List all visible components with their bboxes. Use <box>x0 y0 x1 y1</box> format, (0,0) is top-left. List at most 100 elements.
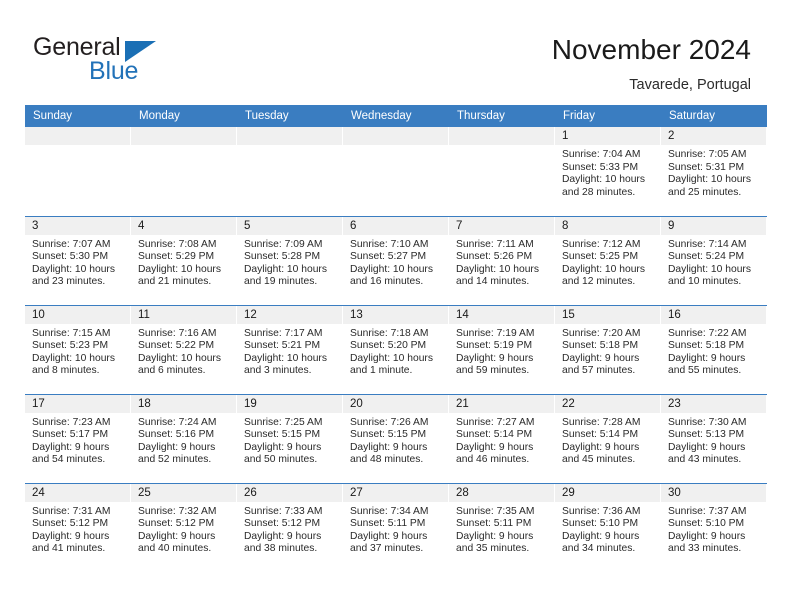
calendar-day-cell[interactable]: 20 Sunrise: 7:26 AM Sunset: 5:15 PM Dayligh… <box>343 393 449 483</box>
calendar-day-cell[interactable]: 19 Sunrise: 7:25 AM Sunset: 5:15 PM Dayligh… <box>237 393 343 483</box>
calendar-day-cell[interactable]: 13 Sunrise: 7:18 AM Sunset: 5:20 PM Dayligh… <box>343 304 449 394</box>
calendar-day-cell[interactable]: 26 Sunrise: 7:33 AM Sunset: 5:12 PM Dayligh… <box>237 482 343 572</box>
day-cell-inner: 30 Sunrise: 7:37 AM Sunset: 5:10 PM Dayligh… <box>661 483 767 573</box>
calendar-day-cell[interactable]: 9 Sunrise: 7:14 AM Sunset: 5:24 PM Daylight… <box>661 215 767 305</box>
calendar-day-cell[interactable]: 30 Sunrise: 7:37 AM Sunset: 5:10 PM Dayligh… <box>661 482 767 573</box>
day-number: 19 <box>237 394 343 413</box>
day-number: 9 <box>661 216 767 235</box>
sunrise-text: Sunrise: 7:16 AM <box>138 327 217 339</box>
calendar-day-cell[interactable]: 10 Sunrise: 7:15 AM Sunset: 5:23 PM Dayligh… <box>25 304 131 394</box>
day-cell-details: Sunrise: 7:23 AM Sunset: 5:17 PM Daylight:… <box>25 413 131 467</box>
day-cell-details: Sunrise: 7:25 AM Sunset: 5:15 PM Daylight:… <box>237 413 343 467</box>
daylight-text: Daylight: 9 hours and 34 minutes. <box>562 530 640 555</box>
day-number: 22 <box>555 394 661 413</box>
sunrise-text: Sunrise: 7:36 AM <box>562 505 641 517</box>
day-cell-inner <box>343 127 449 216</box>
day-number: 29 <box>555 483 661 502</box>
sunset-text: Sunset: 5:12 PM <box>32 518 109 530</box>
calendar-week-row: 10 Sunrise: 7:15 AM Sunset: 5:23 PM Dayligh… <box>25 304 767 394</box>
calendar-day-cell[interactable]: 22 Sunrise: 7:28 AM Sunset: 5:14 PM Dayligh… <box>555 393 661 483</box>
day-cell-details: Sunrise: 7:04 AM Sunset: 5:33 PM Daylight:… <box>555 145 661 199</box>
calendar-day-cell[interactable]: 29 Sunrise: 7:36 AM Sunset: 5:10 PM Dayligh… <box>555 482 661 572</box>
calendar-day-cell[interactable]: 16 Sunrise: 7:22 AM Sunset: 5:18 PM Dayligh… <box>661 304 767 394</box>
weekday-header-tuesday: Tuesday <box>237 105 343 127</box>
weekday-header-wednesday: Wednesday <box>343 105 449 127</box>
day-cell-inner: 23 Sunrise: 7:30 AM Sunset: 5:13 PM Dayligh… <box>661 394 767 483</box>
calendar-day-cell[interactable]: 6 Sunrise: 7:10 AM Sunset: 5:27 PM Daylight… <box>343 215 449 305</box>
sunrise-text: Sunrise: 7:24 AM <box>138 416 217 428</box>
day-number <box>237 127 343 145</box>
sunset-text: Sunset: 5:19 PM <box>456 340 533 352</box>
general-blue-logo[interactable]: General Blue <box>33 33 213 85</box>
daylight-text: Daylight: 10 hours and 16 minutes. <box>350 263 433 288</box>
calendar-day-cell[interactable]: 7 Sunrise: 7:11 AM Sunset: 5:26 PM Daylight… <box>449 215 555 305</box>
day-number: 11 <box>131 305 237 324</box>
day-number <box>25 127 131 145</box>
daylight-text: Daylight: 9 hours and 52 minutes. <box>138 441 216 466</box>
day-number <box>449 127 555 145</box>
day-number: 8 <box>555 216 661 235</box>
sunrise-text: Sunrise: 7:08 AM <box>138 238 217 250</box>
calendar-day-cell[interactable]: 23 Sunrise: 7:30 AM Sunset: 5:13 PM Dayligh… <box>661 393 767 483</box>
day-cell-inner: 19 Sunrise: 7:25 AM Sunset: 5:15 PM Dayligh… <box>237 394 343 483</box>
sunset-text: Sunset: 5:18 PM <box>668 340 745 352</box>
calendar-day-cell[interactable]: 18 Sunrise: 7:24 AM Sunset: 5:16 PM Dayligh… <box>131 393 237 483</box>
calendar-day-cell[interactable]: 17 Sunrise: 7:23 AM Sunset: 5:17 PM Dayligh… <box>25 393 131 483</box>
calendar-day-cell[interactable]: 15 Sunrise: 7:20 AM Sunset: 5:18 PM Dayligh… <box>555 304 661 394</box>
calendar-day-cell[interactable]: 5 Sunrise: 7:09 AM Sunset: 5:28 PM Daylight… <box>237 215 343 305</box>
calendar-day-cell[interactable]: 3 Sunrise: 7:07 AM Sunset: 5:30 PM Daylight… <box>25 215 131 305</box>
day-number: 21 <box>449 394 555 413</box>
day-cell-details: Sunrise: 7:11 AM Sunset: 5:26 PM Daylight:… <box>449 235 555 289</box>
calendar-day-cell[interactable]: 28 Sunrise: 7:35 AM Sunset: 5:11 PM Dayligh… <box>449 482 555 572</box>
day-cell-inner: 24 Sunrise: 7:31 AM Sunset: 5:12 PM Dayligh… <box>25 483 131 573</box>
day-cell-details: Sunrise: 7:36 AM Sunset: 5:10 PM Daylight:… <box>555 502 661 556</box>
day-cell-details: Sunrise: 7:37 AM Sunset: 5:10 PM Daylight:… <box>661 502 767 556</box>
calendar-day-cell[interactable]: 27 Sunrise: 7:34 AM Sunset: 5:11 PM Dayligh… <box>343 482 449 572</box>
sunset-text: Sunset: 5:10 PM <box>562 518 639 530</box>
day-cell-details: Sunrise: 7:27 AM Sunset: 5:14 PM Daylight:… <box>449 413 555 467</box>
sunset-text: Sunset: 5:26 PM <box>456 251 533 263</box>
sunset-text: Sunset: 5:11 PM <box>350 518 426 530</box>
calendar-day-cell[interactable]: 11 Sunrise: 7:16 AM Sunset: 5:22 PM Dayligh… <box>131 304 237 394</box>
calendar-day-cell[interactable]: 24 Sunrise: 7:31 AM Sunset: 5:12 PM Dayligh… <box>25 482 131 573</box>
day-cell-inner: 10 Sunrise: 7:15 AM Sunset: 5:23 PM Dayligh… <box>25 305 131 394</box>
day-number: 27 <box>343 483 449 502</box>
day-cell-inner: 14 Sunrise: 7:19 AM Sunset: 5:19 PM Dayligh… <box>449 305 555 394</box>
day-number: 23 <box>661 394 767 413</box>
calendar-week-row: 17 Sunrise: 7:23 AM Sunset: 5:17 PM Dayligh… <box>25 393 767 483</box>
day-cell-details: Sunrise: 7:35 AM Sunset: 5:11 PM Daylight:… <box>449 502 555 556</box>
day-cell-details: Sunrise: 7:30 AM Sunset: 5:13 PM Daylight:… <box>661 413 767 467</box>
day-cell-inner: 8 Sunrise: 7:12 AM Sunset: 5:25 PM Daylight… <box>555 216 661 305</box>
weekday-header-friday: Friday <box>555 105 661 127</box>
day-number: 4 <box>131 216 237 235</box>
sunrise-text: Sunrise: 7:37 AM <box>668 505 747 517</box>
daylight-text: Daylight: 9 hours and 40 minutes. <box>138 530 216 555</box>
calendar-day-cell[interactable]: 8 Sunrise: 7:12 AM Sunset: 5:25 PM Daylight… <box>555 215 661 305</box>
day-number: 3 <box>25 216 131 235</box>
day-number: 15 <box>555 305 661 324</box>
sunset-text: Sunset: 5:20 PM <box>350 340 427 352</box>
day-cell-details: Sunrise: 7:20 AM Sunset: 5:18 PM Daylight:… <box>555 324 661 378</box>
page-header: General Blue November 2024 Tavarede, Por… <box>0 0 792 104</box>
sunrise-text: Sunrise: 7:18 AM <box>350 327 429 339</box>
page-title: November 2024 <box>551 34 751 65</box>
sunrise-text: Sunrise: 7:31 AM <box>32 505 111 517</box>
day-number: 6 <box>343 216 449 235</box>
calendar-day-cell[interactable]: 2 Sunrise: 7:05 AM Sunset: 5:31 PM Daylight… <box>661 127 767 216</box>
sunset-text: Sunset: 5:22 PM <box>138 340 215 352</box>
calendar-day-cell[interactable]: 1 Sunrise: 7:04 AM Sunset: 5:33 PM Daylight… <box>555 127 661 216</box>
calendar-day-cell[interactable]: 21 Sunrise: 7:27 AM Sunset: 5:14 PM Dayligh… <box>449 393 555 483</box>
daylight-text: Daylight: 10 hours and 12 minutes. <box>562 263 645 288</box>
day-cell-details: Sunrise: 7:28 AM Sunset: 5:14 PM Daylight:… <box>555 413 661 467</box>
sunset-text: Sunset: 5:24 PM <box>668 251 745 263</box>
sunset-text: Sunset: 5:31 PM <box>668 161 745 173</box>
calendar-day-cell[interactable]: 14 Sunrise: 7:19 AM Sunset: 5:19 PM Dayligh… <box>449 304 555 394</box>
calendar-day-cell[interactable]: 4 Sunrise: 7:08 AM Sunset: 5:29 PM Daylight… <box>131 215 237 305</box>
day-number: 5 <box>237 216 343 235</box>
sunrise-text: Sunrise: 7:07 AM <box>32 238 111 250</box>
day-cell-inner: 6 Sunrise: 7:10 AM Sunset: 5:27 PM Daylight… <box>343 216 449 305</box>
sunrise-text: Sunrise: 7:22 AM <box>668 327 747 339</box>
calendar-day-cell[interactable]: 25 Sunrise: 7:32 AM Sunset: 5:12 PM Dayligh… <box>131 482 237 572</box>
weekday-header-row: Sunday Monday Tuesday Wednesday Thursday… <box>25 105 767 127</box>
calendar-day-cell[interactable]: 12 Sunrise: 7:17 AM Sunset: 5:21 PM Dayligh… <box>237 304 343 394</box>
